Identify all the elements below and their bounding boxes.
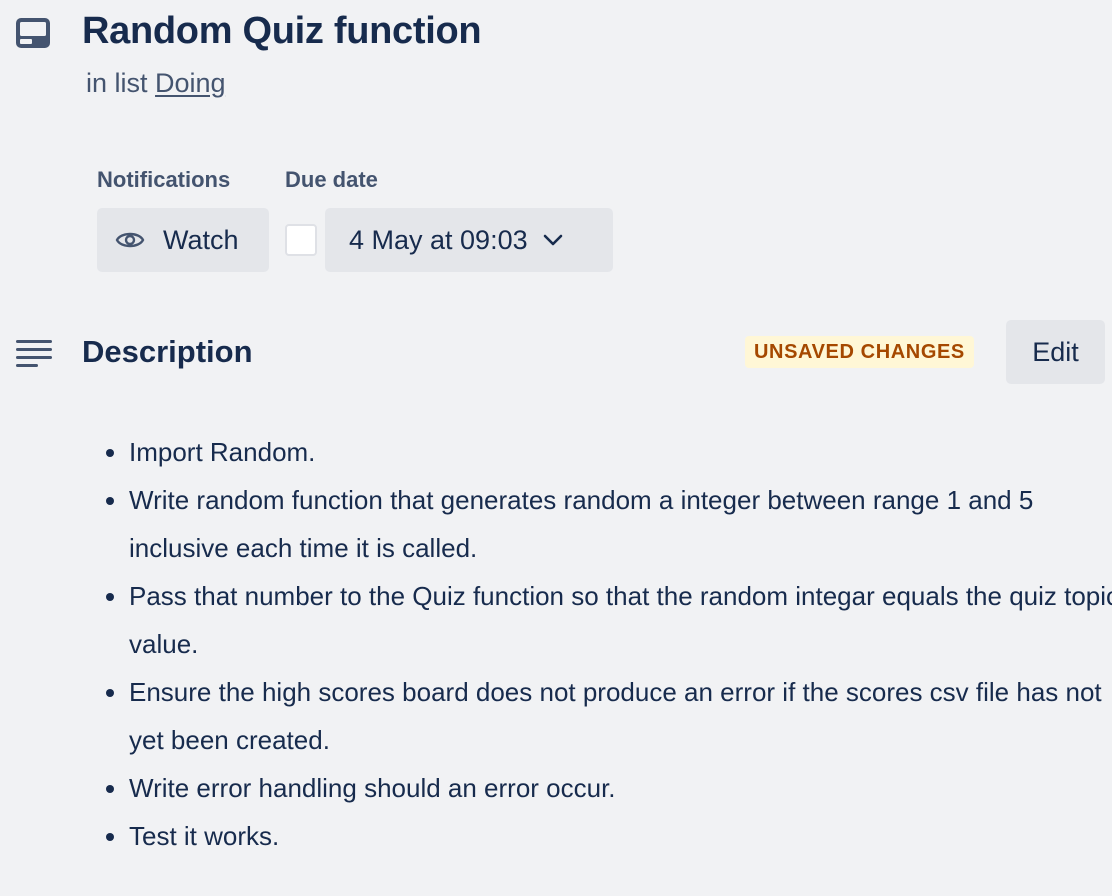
- due-date-checkbox[interactable]: [285, 224, 317, 256]
- in-list-prefix: in list: [86, 68, 148, 98]
- list-item: Write random function that generates ran…: [129, 476, 1112, 572]
- list-item: Ensure the high scores board does not pr…: [129, 668, 1112, 764]
- card-icon: [16, 18, 50, 48]
- chevron-down-icon: [543, 234, 562, 246]
- due-date-label: Due date: [285, 167, 378, 192]
- list-item: Import Random.: [129, 428, 1112, 476]
- description-heading: Description: [82, 334, 253, 369]
- in-list-text: in list Doing: [86, 68, 226, 99]
- description-icon: [16, 340, 52, 367]
- due-date-button[interactable]: 4 May at 09:03: [325, 208, 613, 272]
- list-link[interactable]: Doing: [155, 68, 226, 98]
- eye-icon: [115, 232, 145, 248]
- list-item: Pass that number to the Quiz function so…: [129, 572, 1112, 668]
- watch-label: Watch: [163, 224, 239, 255]
- list-item: Test it works.: [129, 812, 1112, 860]
- card-title[interactable]: Random Quiz function: [82, 10, 482, 53]
- notifications-label: Notifications: [97, 167, 231, 192]
- unsaved-changes-badge: UNSAVED CHANGES: [745, 336, 974, 368]
- due-date-value: 4 May at 09:03: [349, 224, 528, 255]
- description-list[interactable]: Import Random. Write random function tha…: [82, 428, 1112, 860]
- edit-button[interactable]: Edit: [1006, 320, 1105, 384]
- watch-button[interactable]: Watch: [97, 208, 269, 272]
- list-item: Write error handling should an error occ…: [129, 764, 1112, 812]
